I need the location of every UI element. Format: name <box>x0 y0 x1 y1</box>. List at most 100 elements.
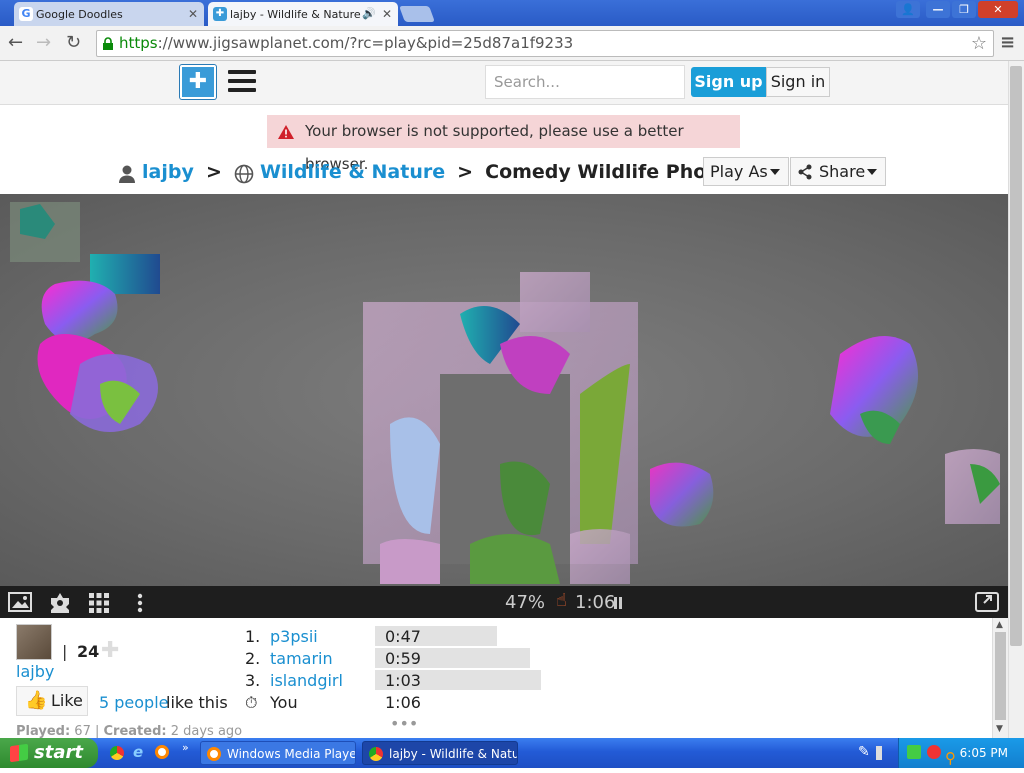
profile-icon[interactable]: 👤 <box>896 1 920 18</box>
windows-logo-icon <box>10 743 28 763</box>
minimize-button[interactable]: — <box>926 1 950 18</box>
preview-image-icon[interactable] <box>8 592 32 612</box>
edges-only-icon[interactable] <box>48 592 72 614</box>
played-label: Played: <box>16 724 71 738</box>
back-arrow-icon[interactable]: ← <box>8 32 23 53</box>
created-value: 2 days ago <box>170 724 243 738</box>
puzzle-control-bar: 47% ☝ 1:06 <box>0 586 1008 618</box>
puzzle-board[interactable] <box>0 194 1008 586</box>
like-label: Like <box>51 691 83 710</box>
taskbar-task-chrome[interactable]: lajby - Wildlife & Natu... <box>362 741 518 765</box>
grid-arrange-icon[interactable] <box>88 592 110 614</box>
leaderboard-name[interactable]: tamarin <box>270 648 333 670</box>
forward-arrow-icon[interactable]: → <box>36 32 51 53</box>
puzzle-piece-cluster-left[interactable] <box>10 202 160 432</box>
leaderboard-row: 3. islandgirl 1:03 <box>245 670 565 692</box>
puzzle-pieces-canvas <box>10 202 1000 584</box>
owner-username-link[interactable]: lajby <box>16 662 54 681</box>
share-icon <box>798 164 812 180</box>
bookmark-star-icon[interactable]: ☆ <box>971 31 987 56</box>
tab-label: Google Doodles <box>36 7 123 21</box>
close-window-button[interactable]: ✕ <box>978 1 1018 18</box>
count-separator: | <box>62 642 68 661</box>
page-scrollbar-thumb[interactable] <box>1010 66 1022 646</box>
breadcrumb-user-link[interactable]: lajby <box>142 161 194 183</box>
sign-in-button[interactable]: Sign in <box>766 67 830 97</box>
info-scrollbar[interactable]: ▲ ▼ <box>992 618 1008 738</box>
start-button[interactable]: start <box>0 738 98 768</box>
pause-icon[interactable] <box>614 597 622 609</box>
leaderboard-more[interactable]: ••• <box>390 714 418 733</box>
likes-text: like this <box>166 693 228 712</box>
device-icon[interactable] <box>876 746 882 760</box>
tab-google-doodles[interactable]: G Google Doodles ✕ <box>14 2 204 26</box>
close-tab-icon[interactable]: ✕ <box>188 7 198 21</box>
fullscreen-icon[interactable] <box>975 592 999 612</box>
quicklaunch-expand-icon[interactable]: » <box>182 741 189 754</box>
browser-toolbar: ← → ↻ https://www.jigsawplanet.com/?rc=p… <box>0 26 1024 61</box>
network-icon[interactable] <box>907 745 921 759</box>
maximize-button[interactable]: ❐ <box>952 1 976 18</box>
leaderboard-rank: 1. <box>245 627 261 646</box>
leaderboard-time: 0:47 <box>385 627 421 646</box>
breadcrumb-separator: > <box>205 161 222 183</box>
play-as-label: Play As <box>710 162 768 181</box>
user-icon <box>118 163 136 183</box>
stopwatch-icon: ⏱ <box>245 693 258 712</box>
ie-quicklaunch-icon[interactable]: e <box>133 743 143 761</box>
tab-jigsaw-planet[interactable]: ✚ lajby - Wildlife & Nature - 🔊 ✕ <box>208 2 398 26</box>
reload-icon[interactable]: ↻ <box>66 32 81 53</box>
jigsaw-favicon-icon: ✚ <box>213 7 227 21</box>
chrome-quicklaunch-icon[interactable] <box>110 746 124 760</box>
play-as-dropdown[interactable]: Play As <box>703 157 789 186</box>
search-tray-icon[interactable]: ⚲ <box>945 743 956 773</box>
warning-icon <box>278 125 294 139</box>
speaker-icon: 🔊 <box>362 7 376 20</box>
leaderboard-row: 1. p3psii 0:47 <box>245 626 565 648</box>
taskbar-task-media-player[interactable]: Windows Media Player <box>200 741 356 765</box>
likes-people-link[interactable]: 5 people <box>99 693 169 712</box>
leaderboard-time: 1:03 <box>385 671 421 690</box>
search-input[interactable]: Search... <box>485 65 685 99</box>
task-label: Windows Media Player <box>227 747 356 761</box>
scroll-up-icon[interactable]: ▲ <box>996 620 1003 630</box>
close-tab-icon[interactable]: ✕ <box>382 7 392 21</box>
played-created-meta: Played: 67 | Created: 2 days ago <box>16 724 242 738</box>
like-button[interactable]: 👍 Like <box>16 686 88 716</box>
played-value: 67 <box>74 724 91 738</box>
puzzle-piece-cluster-center[interactable] <box>363 272 638 584</box>
chrome-menu-icon[interactable]: ≡ <box>1000 32 1015 53</box>
address-bar[interactable]: https://www.jigsawplanet.com/?rc=play&pi… <box>96 30 994 57</box>
leaderboard-name[interactable]: islandgirl <box>270 670 343 692</box>
puzzle-piece-loose[interactable] <box>650 336 1000 527</box>
more-options-icon[interactable] <box>136 592 144 614</box>
breadcrumb-category-link[interactable]: Wildlife & Nature <box>260 161 445 183</box>
tab-label: lajby - Wildlife & Nature - <box>230 7 369 21</box>
leaderboard-time: 0:59 <box>385 649 421 668</box>
sign-up-button[interactable]: Sign up <box>691 67 766 97</box>
scroll-thumb[interactable] <box>995 632 1006 720</box>
media-quicklaunch-icon[interactable] <box>155 745 169 759</box>
meta-separator: | <box>94 724 100 738</box>
hamburger-menu-icon[interactable] <box>228 70 256 92</box>
task-label: lajby - Wildlife & Natu... <box>389 747 518 761</box>
leaderboard-time: 1:06 <box>385 693 421 712</box>
security-icon[interactable] <box>927 745 941 759</box>
puzzle-info-panel: | 24 ✚ lajby 👍 Like 5 people like this P… <box>0 618 992 738</box>
leaderboard-rank: 3. <box>245 671 261 690</box>
share-dropdown[interactable]: Share <box>790 157 886 186</box>
start-label: start <box>34 742 83 763</box>
pen-icon[interactable]: ✎ <box>858 744 870 760</box>
url-text: ://www.jigsawplanet.com/?rc=play&pid=25d… <box>157 34 574 52</box>
scroll-down-icon[interactable]: ▼ <box>996 724 1003 734</box>
cursor-hand-icon: ☝ <box>556 590 567 611</box>
avatar[interactable] <box>16 624 52 660</box>
jigsawplanet-logo-icon[interactable]: ✚ <box>180 65 216 99</box>
clock: 6:05 PM <box>959 746 1008 760</box>
puzzle-count: 24 <box>77 642 100 661</box>
site-header: ✚ Search... Sign up Sign in <box>0 61 1008 105</box>
puzzle-timer: 1:06 <box>575 592 616 613</box>
new-tab-button[interactable] <box>399 6 435 22</box>
leaderboard-name[interactable]: p3psii <box>270 626 318 648</box>
system-tray: ⚲ 6:05 PM <box>898 738 1024 768</box>
